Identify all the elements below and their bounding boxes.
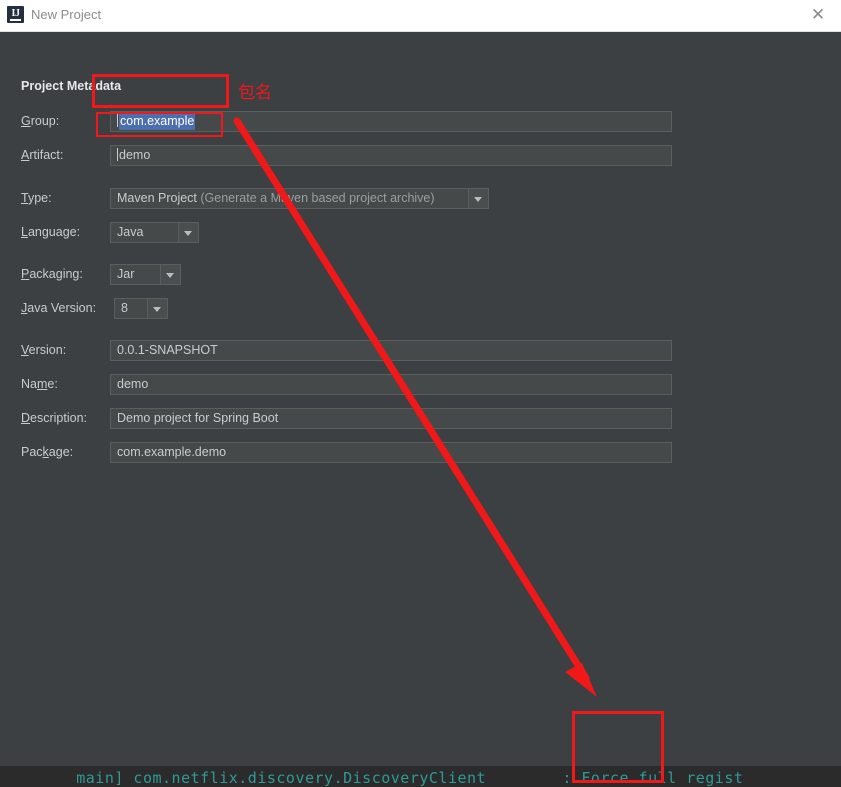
dialog-title: New Project <box>31 7 102 22</box>
artifact-input[interactable]: demo <box>110 145 672 166</box>
java-version-combo[interactable]: 8 <box>114 298 168 319</box>
chevron-down-icon[interactable] <box>160 265 180 284</box>
type-combo-hint: (Generate a Maven based project archive) <box>200 191 435 205</box>
dialog-body: Project Metadata Group: com.example Arti… <box>0 32 841 766</box>
group-input[interactable]: com.example <box>110 111 672 132</box>
close-icon[interactable]: ✕ <box>801 4 835 27</box>
language-combo[interactable]: Java <box>110 222 199 243</box>
version-input-value: 0.0.1-SNAPSHOT <box>117 343 218 357</box>
section-title: Project Metadata <box>21 79 122 93</box>
new-project-dialog: IJ New Project ✕ Project Metadata Group:… <box>0 0 841 766</box>
type-combo[interactable]: Maven Project (Generate a Maven based pr… <box>110 188 489 209</box>
artifact-input-value: demo <box>119 148 151 162</box>
label-packaging: Packaging: <box>21 267 83 281</box>
dialog-titlebar: IJ New Project ✕ <box>0 0 841 32</box>
console-log-line: main] com.netflix.discovery.DiscoveryCli… <box>0 769 744 787</box>
java-version-combo-value: 8 <box>121 301 128 315</box>
packaging-combo[interactable]: Jar <box>110 264 181 285</box>
group-input-value: com.example <box>119 113 196 130</box>
chevron-down-icon[interactable] <box>468 189 488 208</box>
label-name: Name: <box>21 377 58 391</box>
label-java-version: Java Version: <box>21 301 97 315</box>
label-version: Version: <box>21 343 67 357</box>
package-input[interactable]: com.example.demo <box>110 442 672 463</box>
annotation-text-group: 包名 <box>238 83 272 103</box>
name-input-value: demo <box>117 377 149 391</box>
chevron-down-icon[interactable] <box>178 223 198 242</box>
version-input[interactable]: 0.0.1-SNAPSHOT <box>110 340 672 361</box>
intellij-idea-icon: IJ <box>7 6 24 23</box>
label-type: Type: <box>21 191 52 205</box>
label-description: Description: <box>21 411 88 425</box>
name-input[interactable]: demo <box>110 374 672 395</box>
label-group: Group: <box>21 114 60 128</box>
description-input-value: Demo project for Spring Boot <box>117 411 279 425</box>
description-input[interactable]: Demo project for Spring Boot <box>110 408 672 429</box>
packaging-combo-value: Jar <box>117 267 135 281</box>
language-combo-value: Java <box>117 225 144 239</box>
label-artifact: Artifact: <box>21 148 64 162</box>
label-language: Language: <box>21 225 81 239</box>
type-combo-value: Maven Project <box>117 191 197 205</box>
package-input-value: com.example.demo <box>117 445 227 459</box>
chevron-down-icon[interactable] <box>147 299 167 318</box>
label-package: Package: <box>21 445 74 459</box>
